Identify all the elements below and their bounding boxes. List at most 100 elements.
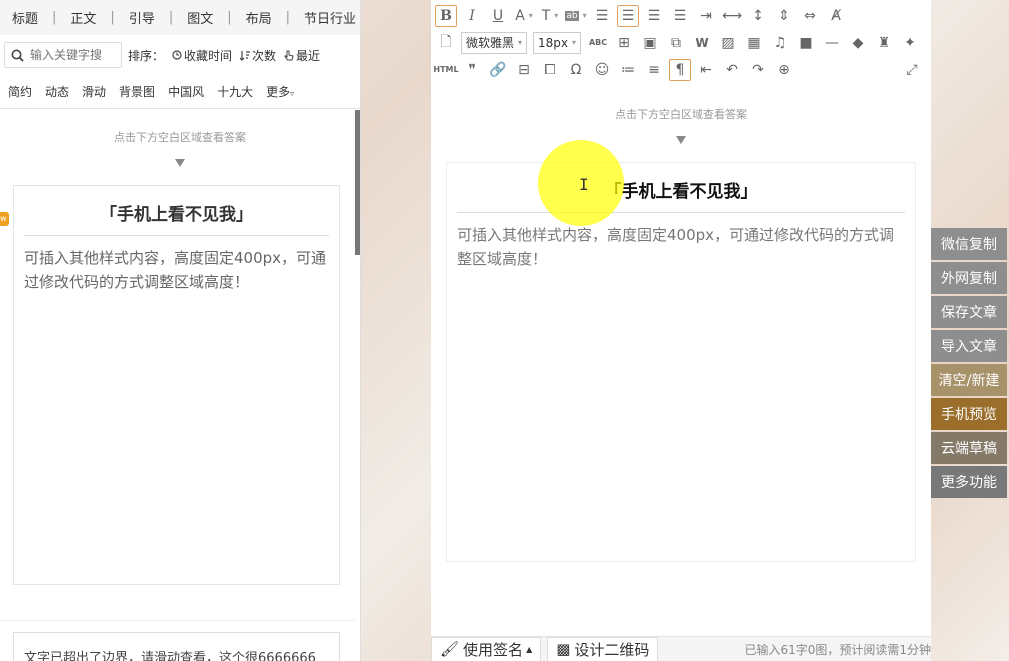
template-preview-card[interactable]: 「手机上看不见我」 可插入其他样式内容，高度固定400px，可通过修改代码的方式… bbox=[13, 185, 340, 585]
paragraph-mark-icon[interactable]: ¶ bbox=[669, 58, 691, 81]
align-center-icon[interactable]: ☰ bbox=[617, 4, 639, 27]
editor-toolbar: B I U A ▾ T ▾ ab ▾ ☰ ☰ ☰ ☰ ⇥ ⟷ ↕ ⇕ ⇔ Ⱥ 🗋 微软… bbox=[431, 0, 931, 82]
video-icon[interactable]: ■ bbox=[795, 32, 817, 54]
sidebar-action-button[interactable]: 保存文章 bbox=[931, 296, 1007, 328]
tag-simple[interactable]: 简约 bbox=[8, 83, 32, 100]
table-icon[interactable]: ⊞ bbox=[613, 32, 635, 54]
font-color-button[interactable]: A ▾ bbox=[513, 5, 535, 27]
special-char-icon[interactable]: Ω bbox=[565, 59, 587, 81]
nav-layout[interactable]: 布局 bbox=[244, 8, 274, 27]
text-cursor-icon: I bbox=[579, 175, 589, 194]
align-left-icon[interactable]: ☰ bbox=[591, 5, 613, 27]
unordered-list-icon[interactable]: ≡ bbox=[643, 59, 665, 81]
chevron-down-icon: ▾ bbox=[518, 38, 523, 47]
text-style-button[interactable]: T ▾ bbox=[539, 5, 561, 27]
sort-by-count[interactable]: 次数 bbox=[240, 47, 276, 64]
font-family-select[interactable]: 微软雅黑 ▾ bbox=[461, 31, 528, 54]
italic-button[interactable]: I bbox=[461, 5, 483, 27]
tag-more[interactable]: 更多▿ bbox=[266, 83, 294, 100]
tag-more-label: 更多 bbox=[266, 85, 291, 99]
nav-divider: | bbox=[168, 10, 174, 25]
sort-by-favorite-time[interactable]: 收藏时间 bbox=[172, 47, 232, 64]
emoji-icon[interactable]: ☺ bbox=[591, 59, 613, 81]
sidebar-action-button[interactable]: 外网复制 bbox=[931, 262, 1007, 294]
bold-button[interactable]: B bbox=[435, 4, 457, 27]
nav-image-text[interactable]: 图文 bbox=[185, 8, 215, 27]
signature-button[interactable]: 🖌 使用签名 ▲ bbox=[431, 636, 542, 661]
template-icon[interactable]: ⊟ bbox=[513, 59, 535, 81]
music-icon[interactable]: ♫ bbox=[769, 32, 791, 54]
nav-body[interactable]: 正文 bbox=[68, 8, 98, 27]
image-icon[interactable]: ▣ bbox=[639, 32, 661, 54]
arrow-down-icon bbox=[175, 159, 185, 167]
image-upload-icon[interactable]: ▦ bbox=[743, 32, 765, 54]
font-size-value: 18px bbox=[538, 35, 569, 50]
magic-wand-icon[interactable]: ✦ bbox=[899, 32, 921, 54]
new-document-icon[interactable]: 🗋 bbox=[435, 32, 457, 54]
line-height-icon[interactable]: ↕ bbox=[747, 5, 769, 27]
paragraph-spacing-icon[interactable]: ⇕ bbox=[773, 5, 795, 27]
insert-image-icon[interactable]: ▨ bbox=[717, 32, 739, 54]
undo-icon[interactable]: ↶ bbox=[721, 59, 743, 81]
tag-chinese-style[interactable]: 中国风 bbox=[168, 83, 204, 100]
editor-content-card[interactable]: 「手机上看不见我」 可插入其他样式内容，高度固定400px，可通过修改代码的方式… bbox=[446, 162, 916, 562]
align-right-icon[interactable]: ☰ bbox=[643, 5, 665, 27]
template-category-nav: 标题 | 正文 | 引导 | 图文 | 布局 | 节日行业 bbox=[0, 0, 360, 35]
spellcheck-icon[interactable]: ABC bbox=[587, 32, 609, 54]
sidebar-action-button[interactable]: 更多功能 bbox=[931, 466, 1007, 498]
sort-by-recent[interactable]: 最近 bbox=[284, 47, 320, 64]
card-title[interactable]: 「手机上看不见我」 bbox=[447, 163, 915, 202]
indent-icon[interactable]: ⇥ bbox=[695, 5, 717, 27]
ordered-list-icon[interactable]: ≔ bbox=[617, 59, 639, 81]
link-icon[interactable]: 🔗 bbox=[487, 59, 509, 81]
new-badge: w bbox=[0, 212, 9, 226]
sort-option-label: 最近 bbox=[296, 48, 321, 63]
tag-sliding[interactable]: 滑动 bbox=[82, 83, 106, 100]
sidebar-action-button[interactable]: 清空/新建 bbox=[931, 364, 1007, 396]
horizontal-rule-icon[interactable]: — bbox=[821, 32, 843, 54]
font-color-icon: A bbox=[515, 7, 525, 24]
multi-image-icon[interactable]: ⧉ bbox=[665, 32, 687, 54]
spacing-icon[interactable]: ⇔ bbox=[799, 5, 821, 27]
letter-spacing-icon[interactable]: ⟷ bbox=[721, 5, 743, 27]
clear-format-icon[interactable]: Ⱥ bbox=[825, 5, 847, 27]
sort-label: 排序： bbox=[128, 48, 165, 63]
page-icon[interactable]: ⧠ bbox=[539, 59, 561, 81]
search-input[interactable] bbox=[30, 48, 115, 62]
arrow-down-icon bbox=[676, 136, 686, 144]
align-justify-icon[interactable]: ☰ bbox=[669, 5, 691, 27]
tag-19th-congress[interactable]: 十九大 bbox=[217, 83, 253, 100]
fullscreen-icon[interactable]: ⤢ bbox=[901, 59, 923, 81]
word-import-icon[interactable]: W bbox=[691, 32, 713, 54]
eraser-icon[interactable]: ◆ bbox=[847, 32, 869, 54]
sidebar-action-button[interactable]: 导入文章 bbox=[931, 330, 1007, 362]
template-divider bbox=[0, 620, 355, 621]
search-box[interactable] bbox=[4, 42, 122, 68]
nav-guide[interactable]: 引导 bbox=[127, 8, 157, 27]
qrcode-button[interactable]: ▩ 设计二维码 bbox=[547, 636, 659, 661]
nav-holiday[interactable]: 节日行业 bbox=[302, 8, 358, 27]
sidebar-action-button[interactable]: 微信复制 bbox=[931, 228, 1007, 260]
format-brush-icon[interactable]: ♜ bbox=[873, 32, 895, 54]
tag-background[interactable]: 背景图 bbox=[119, 83, 155, 100]
sort-order-icon bbox=[240, 50, 251, 61]
card-body[interactable]: 可插入其他样式内容，高度固定400px，可通过修改代码的方式调整区域高度！ bbox=[447, 213, 915, 271]
brush-icon: 🖌 bbox=[440, 640, 460, 658]
highlight-button[interactable]: ab ▾ bbox=[565, 5, 587, 27]
font-size-select[interactable]: 18px ▾ bbox=[533, 31, 582, 54]
overflow-template-card[interactable]: 文字已超出了边界，请滑动查看，这个很6666666 bbox=[13, 632, 340, 661]
sidebar-action-button[interactable]: 云端草稿 bbox=[931, 432, 1007, 464]
underline-button[interactable]: U bbox=[487, 5, 509, 27]
card-body: 可插入其他样式内容，高度固定400px，可通过修改代码的方式调整区域高度！ bbox=[24, 249, 327, 291]
html-source-icon[interactable]: HTML bbox=[433, 59, 458, 81]
tag-animated[interactable]: 动态 bbox=[45, 83, 69, 100]
sidebar-action-button[interactable]: 手机预览 bbox=[931, 398, 1007, 430]
nav-title[interactable]: 标题 bbox=[10, 8, 40, 27]
text-direction-icon[interactable]: ⇤ bbox=[695, 59, 717, 81]
search-replace-icon[interactable]: ⊕ bbox=[773, 59, 795, 81]
nav-divider: | bbox=[285, 10, 291, 25]
redo-icon[interactable]: ↷ bbox=[747, 59, 769, 81]
template-list-scrollbar[interactable] bbox=[355, 110, 360, 255]
chevron-down-icon: ▿ bbox=[290, 89, 295, 98]
quote-icon[interactable]: ❞ bbox=[461, 59, 483, 81]
